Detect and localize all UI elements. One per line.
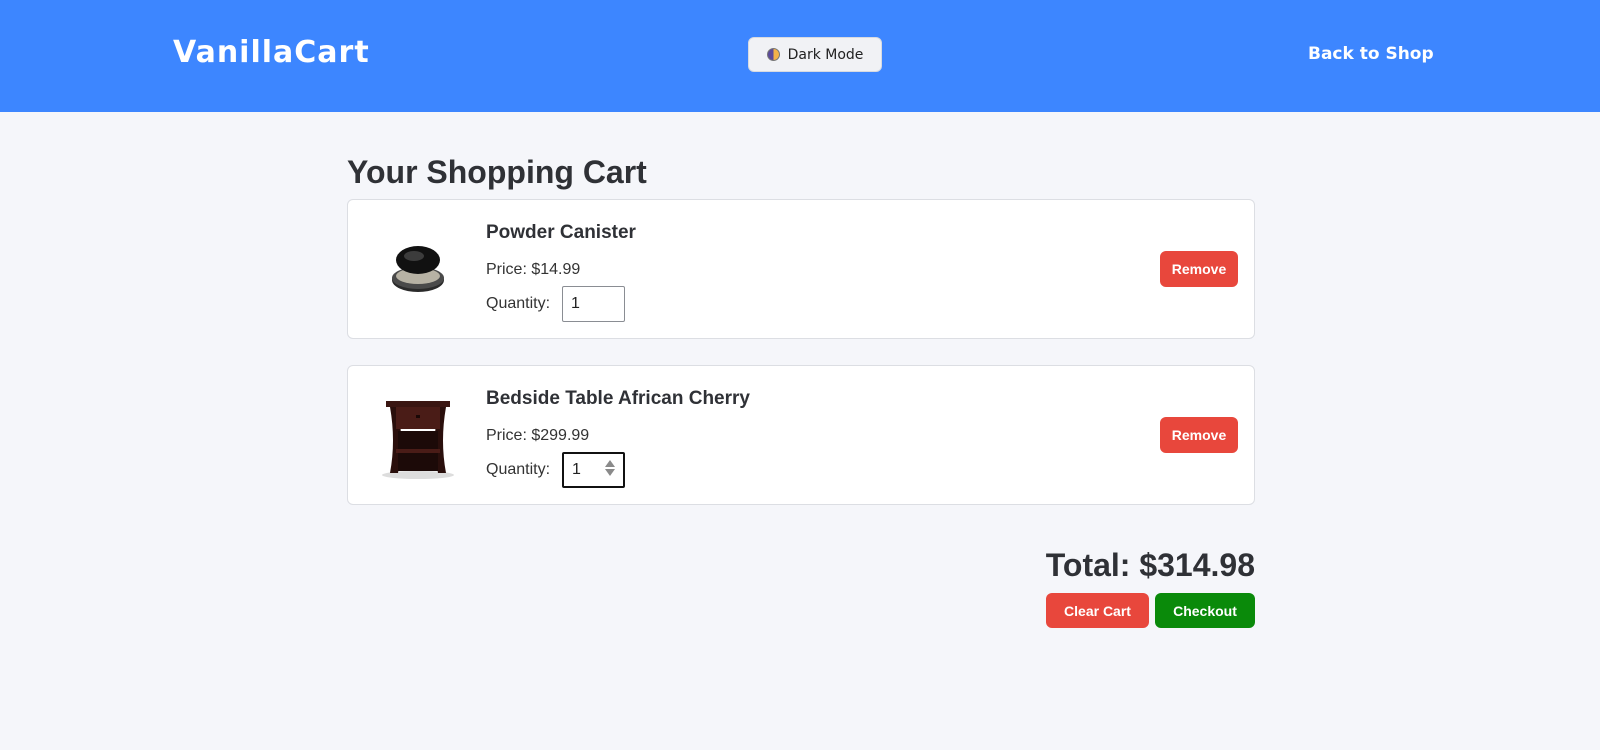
item-price-row: Price: $299.99 xyxy=(486,427,589,445)
quantity-input[interactable]: 1 xyxy=(562,286,626,322)
dark-mode-button[interactable]: Dark Mode xyxy=(748,37,882,72)
product-image-powder-canister xyxy=(373,225,463,315)
product-image-bedside-table xyxy=(373,391,463,481)
item-name: Powder Canister xyxy=(486,222,636,243)
quantity-input[interactable]: 1 xyxy=(562,452,626,488)
item-price: $299.99 xyxy=(531,427,590,444)
cart-total: Total: $314.98 xyxy=(1045,547,1255,583)
quantity-label: Quantity: xyxy=(486,461,551,478)
cart-item: Powder Canister Price: $14.99 Quantity: … xyxy=(347,199,1255,339)
quantity-stepper[interactable] xyxy=(605,460,616,476)
quantity-label: Quantity: xyxy=(486,295,551,312)
top-header: VanillaCart Dark Mode Back to Shop xyxy=(0,0,1600,112)
dark-mode-label: Dark Mode xyxy=(787,46,864,63)
remove-button[interactable]: Remove xyxy=(1160,251,1238,287)
item-price-row: Price: $14.99 xyxy=(486,261,580,279)
page-title: Your Shopping Cart xyxy=(347,154,647,190)
price-prefix: Price: xyxy=(486,427,527,444)
remove-button[interactable]: Remove xyxy=(1160,417,1238,453)
half-moon-icon xyxy=(766,48,780,61)
item-quantity-row: Quantity: 1 xyxy=(486,286,626,322)
stepper-down-icon[interactable] xyxy=(605,469,616,476)
item-price: $14.99 xyxy=(531,261,581,278)
clear-cart-button[interactable]: Clear Cart xyxy=(1046,593,1149,628)
brand-logo[interactable]: VanillaCart xyxy=(173,35,370,70)
price-prefix: Price: xyxy=(486,261,527,278)
back-to-shop-link[interactable]: Back to Shop xyxy=(1308,44,1434,64)
checkout-button[interactable]: Checkout xyxy=(1155,593,1255,628)
item-name: Bedside Table African Cherry xyxy=(486,388,750,409)
quantity-value: 1 xyxy=(572,461,581,478)
quantity-value: 1 xyxy=(571,295,580,312)
cart-item: Bedside Table African Cherry Price: $299… xyxy=(347,365,1255,505)
stepper-up-icon[interactable] xyxy=(605,460,616,467)
item-quantity-row: Quantity: 1 xyxy=(486,452,626,488)
